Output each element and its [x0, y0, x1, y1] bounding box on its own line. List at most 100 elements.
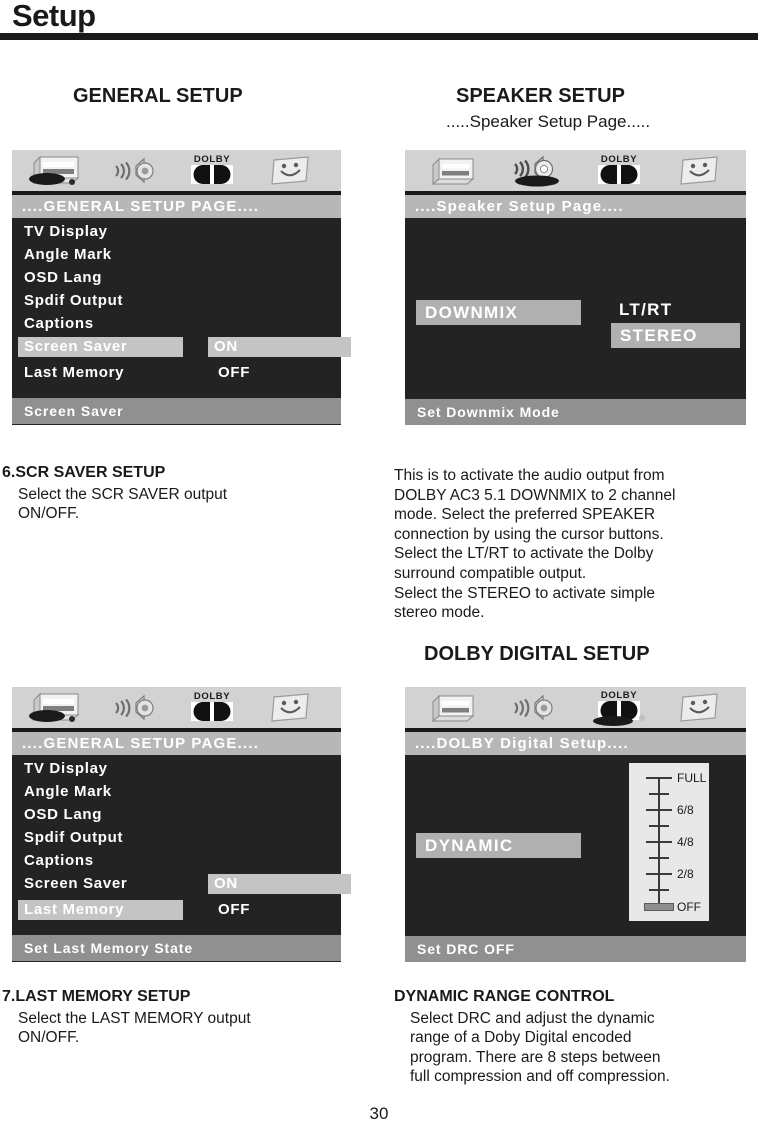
- osd-menu-area: DYNAMIC FULL 6/8 4/8 2/8 OFF: [405, 755, 746, 936]
- drc-tick: [646, 841, 672, 843]
- drc-label-off: OFF: [677, 900, 701, 914]
- copy-scr-saver-lead: 6.SCR SAVER SETUP: [2, 464, 166, 481]
- preference-smiley-icon[interactable]: [254, 687, 326, 728]
- osd-status-text: Set DRC OFF: [417, 941, 515, 957]
- osd-title-text: ....DOLBY Digital Setup....: [415, 735, 629, 752]
- drc-tick: [649, 857, 669, 859]
- menu-item-captions[interactable]: Captions: [20, 314, 98, 334]
- osd-status-text: Set Last Memory State: [24, 940, 194, 956]
- heading-speaker-setup: SPEAKER SETUP: [456, 85, 625, 107]
- osd-title-text: ....GENERAL SETUP PAGE....: [22, 198, 260, 215]
- copy-drc-body: Select DRC and adjust the dynamic range …: [410, 1009, 670, 1086]
- option-lt-rt[interactable]: LT/RT: [617, 298, 672, 322]
- menu-item-angle-mark[interactable]: Angle Mark: [20, 245, 116, 265]
- copy-scr-saver-body: Select the SCR SAVER output ON/OFF.: [18, 485, 228, 523]
- speaker-icon[interactable]: [497, 150, 575, 191]
- drc-label-full: FULL: [677, 771, 707, 785]
- osd-title-bar: ....Speaker Setup Page....: [405, 195, 746, 218]
- menu-item-screen-saver[interactable]: Screen Saver: [20, 874, 131, 894]
- osd-menu-area: TV Display Angle Mark OSD Lang Spdif Out…: [12, 755, 351, 935]
- copy-dynamic-range-control: DYNAMIC RANGE CONTROL Select DRC and adj…: [394, 987, 758, 1087]
- drc-tick: [646, 809, 672, 811]
- dolby-icon[interactable]: DOLBY: [577, 687, 661, 728]
- drc-tick: [646, 873, 672, 875]
- tv-display-icon[interactable]: [417, 687, 489, 728]
- dolby-icon[interactable]: DOLBY: [583, 150, 655, 191]
- drc-slider[interactable]: FULL 6/8 4/8 2/8 OFF: [629, 763, 709, 921]
- option-off[interactable]: OFF: [212, 363, 254, 383]
- osd-panel-general-screensaver: DOLBY ....GENERAL SETUP PAGE.... TV Disp…: [12, 150, 351, 425]
- drc-label-6-8: 6/8: [677, 803, 694, 817]
- svg-text:DOLBY: DOLBY: [601, 690, 637, 701]
- osd-title-bar: ....DOLBY Digital Setup....: [405, 732, 746, 755]
- osd-status-bar: Screen Saver: [12, 398, 341, 424]
- preference-smiley-icon[interactable]: [254, 150, 326, 191]
- drc-handle[interactable]: [644, 903, 674, 911]
- heading-general-setup: GENERAL SETUP: [73, 85, 243, 107]
- tv-display-icon[interactable]: [417, 150, 489, 191]
- copy-scr-saver-setup: 6.SCR SAVER SETUP Select the SCR SAVER o…: [2, 463, 362, 524]
- page-title: Setup: [12, 0, 96, 33]
- heading-dolby-digital-setup: DOLBY DIGITAL SETUP: [424, 643, 650, 665]
- osd-icon-bar: DOLBY: [405, 150, 746, 195]
- drc-label-4-8: 4/8: [677, 835, 694, 849]
- page-header: Setup: [0, 0, 758, 40]
- preference-smiley-icon[interactable]: [663, 150, 735, 191]
- speaker-icon[interactable]: [98, 687, 170, 728]
- drc-tick: [649, 825, 669, 827]
- copy-last-memory-body: Select the LAST MEMORY output ON/OFF.: [18, 1009, 251, 1047]
- osd-icon-bar: DOLBY: [12, 687, 341, 732]
- option-on[interactable]: ON: [208, 874, 351, 894]
- menu-item-tv-display[interactable]: TV Display: [20, 222, 112, 242]
- osd-status-bar: Set Last Memory State: [12, 935, 341, 961]
- tv-display-icon[interactable]: [20, 150, 92, 191]
- copy-last-memory-setup: 7.LAST MEMORY SETUP Select the LAST MEMO…: [2, 987, 362, 1048]
- copy-downmix-description: This is to activate the audio output fro…: [394, 467, 676, 622]
- osd-panel-speaker-setup: DOLBY ....Speaker Setup Page.... DOWNMIX…: [405, 150, 746, 425]
- drc-tick: [646, 777, 672, 779]
- field-dynamic[interactable]: DYNAMIC: [416, 833, 581, 858]
- page-number: 30: [369, 1104, 389, 1123]
- menu-item-osd-lang[interactable]: OSD Lang: [20, 805, 106, 825]
- dolby-icon[interactable]: DOLBY: [176, 150, 248, 191]
- osd-menu-area: TV Display Angle Mark OSD Lang Spdif Out…: [12, 218, 351, 398]
- menu-item-osd-lang[interactable]: OSD Lang: [20, 268, 106, 288]
- osd-icon-bar: DOLBY: [405, 687, 746, 732]
- menu-item-angle-mark[interactable]: Angle Mark: [20, 782, 116, 802]
- osd-title-bar: ....GENERAL SETUP PAGE....: [12, 732, 341, 755]
- osd-status-text: Set Downmix Mode: [417, 404, 560, 420]
- preference-smiley-icon[interactable]: [663, 687, 735, 728]
- osd-status-bar: Set Downmix Mode: [405, 399, 746, 425]
- tv-display-icon[interactable]: [20, 687, 92, 728]
- speaker-icon[interactable]: [497, 687, 569, 728]
- osd-title-text: ....Speaker Setup Page....: [415, 198, 624, 215]
- menu-item-tv-display[interactable]: TV Display: [20, 759, 112, 779]
- svg-text:DOLBY: DOLBY: [194, 154, 230, 165]
- svg-text:DOLBY: DOLBY: [194, 691, 230, 702]
- drc-label-2-8: 2/8: [677, 867, 694, 881]
- osd-panel-dolby-digital: DOLBY ....DOLBY Digital Setup.... DYNAMI…: [405, 687, 746, 962]
- menu-item-spdif-output[interactable]: Spdif Output: [20, 828, 127, 848]
- osd-panel-general-lastmemory: DOLBY ....GENERAL SETUP PAGE.... TV Disp…: [12, 687, 351, 962]
- dolby-icon[interactable]: DOLBY: [176, 687, 248, 728]
- drc-tick: [649, 889, 669, 891]
- svg-text:DOLBY: DOLBY: [601, 154, 637, 165]
- option-stereo[interactable]: STEREO: [611, 323, 740, 348]
- osd-status-text: Screen Saver: [24, 403, 124, 419]
- osd-menu-area: DOWNMIX LT/RT STEREO: [405, 218, 746, 399]
- option-on[interactable]: ON: [208, 337, 351, 357]
- menu-item-last-memory[interactable]: Last Memory: [20, 363, 128, 383]
- osd-status-bar: Set DRC OFF: [405, 936, 746, 962]
- header-divider: [0, 33, 758, 40]
- menu-item-last-memory[interactable]: Last Memory: [18, 900, 183, 920]
- option-off[interactable]: OFF: [212, 900, 254, 920]
- copy-drc-lead: DYNAMIC RANGE CONTROL: [394, 988, 615, 1005]
- subheading-speaker-setup-page: .....Speaker Setup Page.....: [446, 112, 651, 131]
- field-downmix[interactable]: DOWNMIX: [416, 300, 581, 325]
- osd-icon-bar: DOLBY: [12, 150, 341, 195]
- menu-item-screen-saver[interactable]: Screen Saver: [18, 337, 183, 357]
- copy-last-memory-lead: 7.LAST MEMORY SETUP: [2, 988, 191, 1005]
- menu-item-spdif-output[interactable]: Spdif Output: [20, 291, 127, 311]
- speaker-icon[interactable]: [98, 150, 170, 191]
- menu-item-captions[interactable]: Captions: [20, 851, 98, 871]
